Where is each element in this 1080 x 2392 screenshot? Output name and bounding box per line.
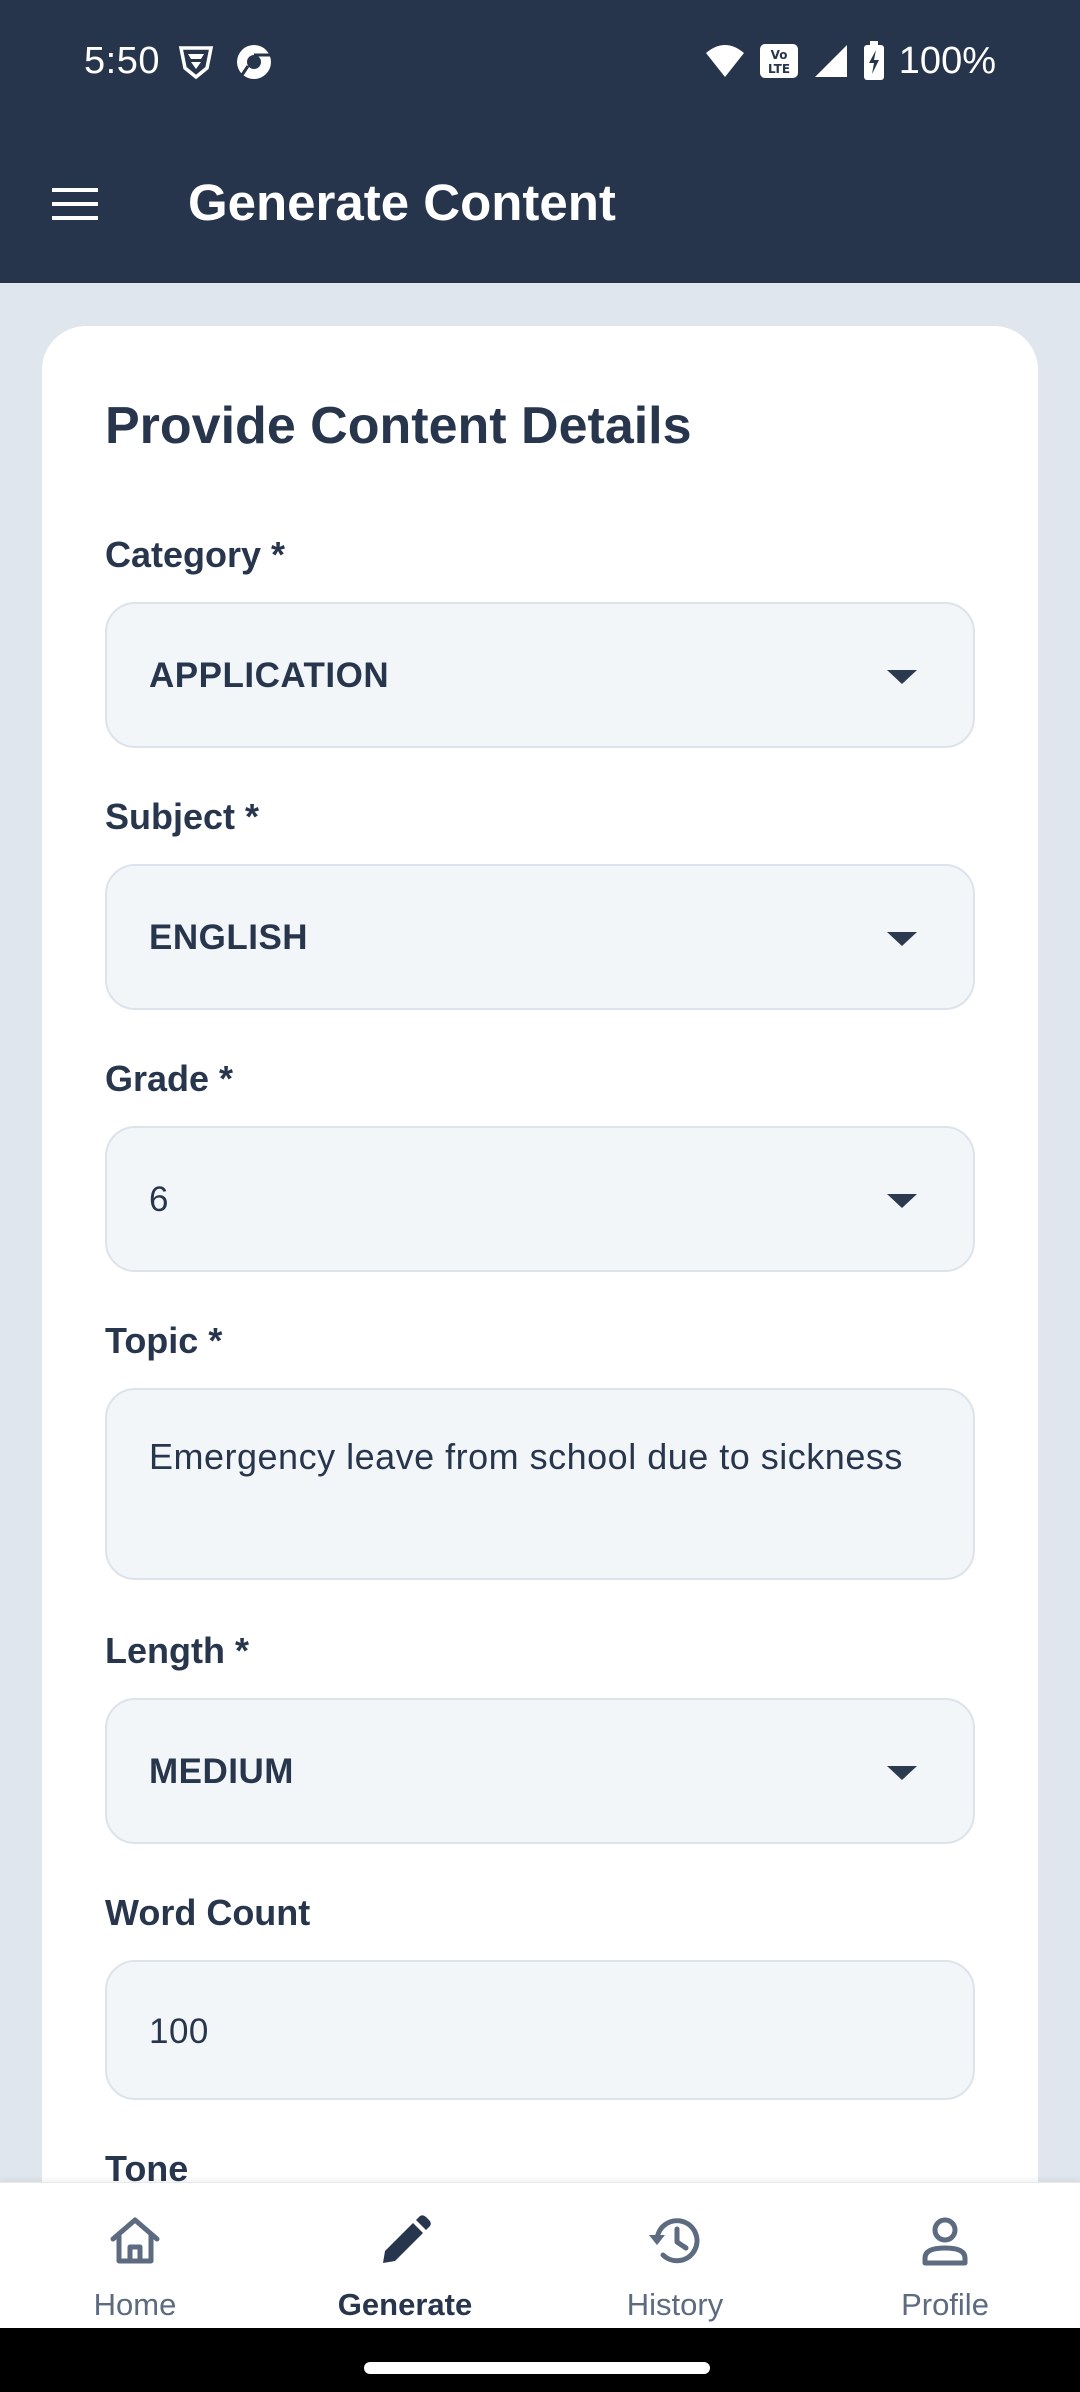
grade-value: 6	[149, 1180, 169, 1219]
home-gesture-handle[interactable]	[364, 2362, 710, 2374]
content-details-card: Provide Content Details Category * APPLI…	[42, 326, 1038, 2326]
battery-percent: 100%	[898, 39, 996, 82]
length-dropdown[interactable]: MEDIUM	[105, 1698, 975, 1844]
topic-label: Topic *	[105, 1320, 223, 1361]
topic-value: Emergency leave from school due to sickn…	[149, 1436, 903, 1477]
nav-item-history[interactable]: History	[540, 2183, 810, 2329]
cell-signal-icon	[814, 45, 847, 77]
home-icon	[110, 2217, 160, 2264]
topic-input[interactable]: Emergency leave from school due to sickn…	[105, 1388, 975, 1580]
chevron-down-icon	[887, 670, 917, 684]
svg-text:LTE: LTE	[768, 62, 790, 76]
category-value: APPLICATION	[149, 656, 390, 695]
status-time: 5:50	[84, 40, 160, 82]
status-right-group: Vo LTE 100%	[705, 38, 996, 84]
menu-button[interactable]	[40, 169, 110, 239]
nav-item-home[interactable]: Home	[0, 2183, 270, 2329]
card-heading: Provide Content Details	[105, 397, 692, 455]
nav-item-profile[interactable]: Profile	[810, 2183, 1080, 2329]
subject-value: ENGLISH	[149, 918, 309, 957]
screen: 5:50 Vo LTE 100% Generate Content Provid…	[0, 0, 1080, 2392]
history-icon	[649, 2218, 700, 2264]
wifi-icon	[705, 45, 744, 77]
vpn-shield-icon	[178, 46, 214, 80]
nav-label-generate: Generate	[337, 2287, 473, 2322]
hamburger-menu-icon	[52, 188, 98, 220]
pencil-icon	[383, 2215, 431, 2263]
nav-item-generate[interactable]: Generate	[270, 2183, 540, 2329]
length-value: MEDIUM	[149, 1752, 294, 1791]
subject-dropdown[interactable]: ENGLISH	[105, 864, 975, 1010]
subject-label: Subject *	[105, 796, 260, 837]
chevron-down-icon	[887, 1194, 917, 1208]
status-bar: 5:50 Vo LTE 100%	[0, 0, 1080, 125]
nav-label-history: History	[626, 2287, 724, 2322]
chevron-down-icon	[887, 1766, 917, 1780]
gesture-nav-area	[0, 2328, 1080, 2392]
chevron-down-icon	[887, 932, 917, 946]
word-count-input[interactable]: 100	[105, 1960, 975, 2100]
word-count-value: 100	[149, 2012, 209, 2051]
nav-label-profile: Profile	[901, 2287, 989, 2322]
chrome-logo-icon	[237, 45, 271, 79]
page-title: Generate Content	[188, 174, 616, 231]
grade-label: Grade *	[105, 1058, 234, 1099]
battery-charging-icon	[863, 41, 884, 80]
category-dropdown[interactable]: APPLICATION	[105, 602, 975, 748]
nav-label-home: Home	[93, 2287, 177, 2322]
svg-text:Vo: Vo	[770, 48, 787, 62]
grade-dropdown[interactable]: 6	[105, 1126, 975, 1272]
volte-icon: Vo LTE	[759, 44, 798, 78]
category-label: Category *	[105, 534, 286, 575]
bottom-navigation: Home Generate History Profile	[0, 2182, 1080, 2328]
app-bar: Generate Content	[0, 125, 1080, 283]
person-icon	[922, 2217, 968, 2266]
length-label: Length *	[105, 1630, 249, 1671]
word-count-label: Word Count	[105, 1892, 311, 1933]
